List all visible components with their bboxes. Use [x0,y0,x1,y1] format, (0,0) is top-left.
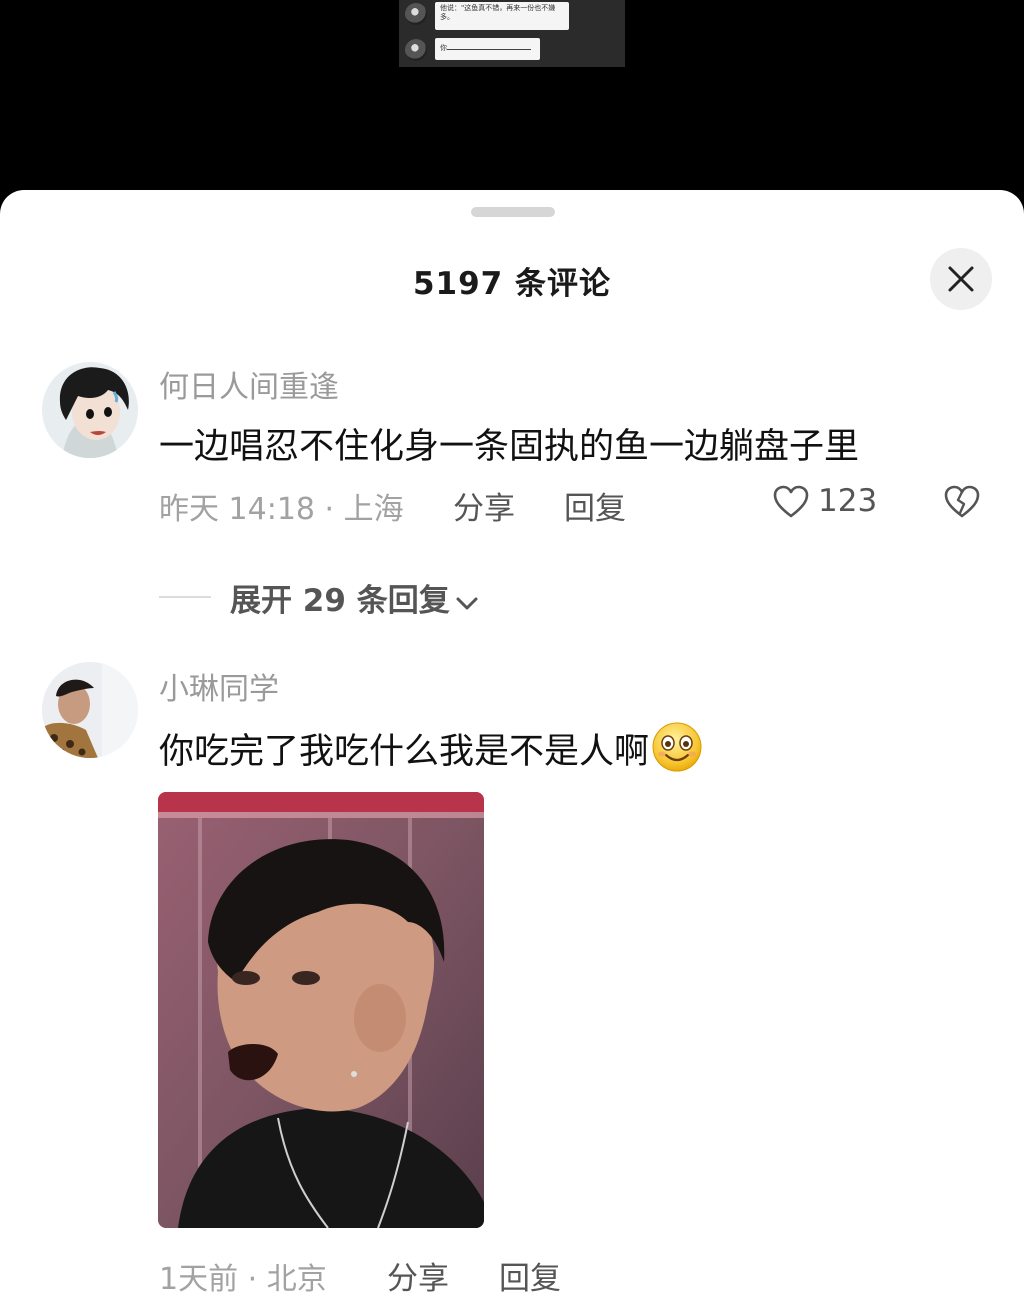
smiling-face-emoji-icon [652,722,702,772]
expand-replies-label: 展开 29 条回复 [230,583,450,619]
comment-username[interactable]: 何日人间重逢 [159,362,339,406]
share-button[interactable]: 分享 [453,483,515,528]
heart-icon[interactable] [773,485,809,519]
like-count: 123 [818,483,878,519]
comment-time-location: 昨天 14:18 · 上海 [159,492,404,527]
comment-time-location: 1天前 · 北京 [159,1262,327,1297]
reply-button[interactable]: 回复 [499,1253,561,1298]
anime-avatar-image [42,362,138,458]
comment-text: 一边唱忍不住化身一条固执的鱼一边躺盘子里 [159,427,860,467]
avatar[interactable] [42,662,138,758]
comment-count-title: 5197 条评论 [412,266,612,302]
chat-row: 他说："这鱼真不错，再来一份也不嫌多。 [399,2,625,30]
comment-text-content: 你吃完了我吃什么我是不是人啊 [159,732,650,772]
close-button[interactable] [930,248,992,310]
shouting-man-image [158,792,484,1228]
expand-replies-button[interactable]: 展开 29 条回复 [230,575,480,620]
dislike-broken-heart-icon[interactable] [944,485,980,519]
chat-bubble: 你 [435,38,540,60]
comment-text: 你吃完了我吃什么我是不是人啊 [159,721,703,774]
video-frame: 他说："这鱼真不错，再来一份也不嫌多。 你 [399,0,625,67]
chat-avatar [405,39,427,61]
video-player[interactable]: 他说："这鱼真不错，再来一份也不嫌多。 你 [0,0,1024,200]
drag-handle[interactable] [471,207,555,217]
divider-line [159,596,211,598]
chevron-down-icon [456,597,478,609]
comment-sheet: 5197 条评论 何日人间重逢 一边唱忍不住化身一条固执的鱼一边躺盘子里 昨天 … [0,190,1024,1310]
chat-bubble: 他说："这鱼真不错，再来一份也不嫌多。 [435,2,569,30]
reply-button[interactable]: 回复 [564,483,626,528]
chat-row: 你 [399,37,625,65]
close-icon [948,266,974,292]
avatar[interactable] [42,362,138,458]
chat-text: 你 [440,44,447,52]
blank-line [447,49,531,50]
photo-avatar-image [42,662,138,758]
comment-image-sticker[interactable] [158,792,484,1228]
share-button[interactable]: 分享 [387,1253,449,1298]
chat-avatar [405,3,427,25]
comment-username[interactable]: 小琳同学 [159,664,279,708]
